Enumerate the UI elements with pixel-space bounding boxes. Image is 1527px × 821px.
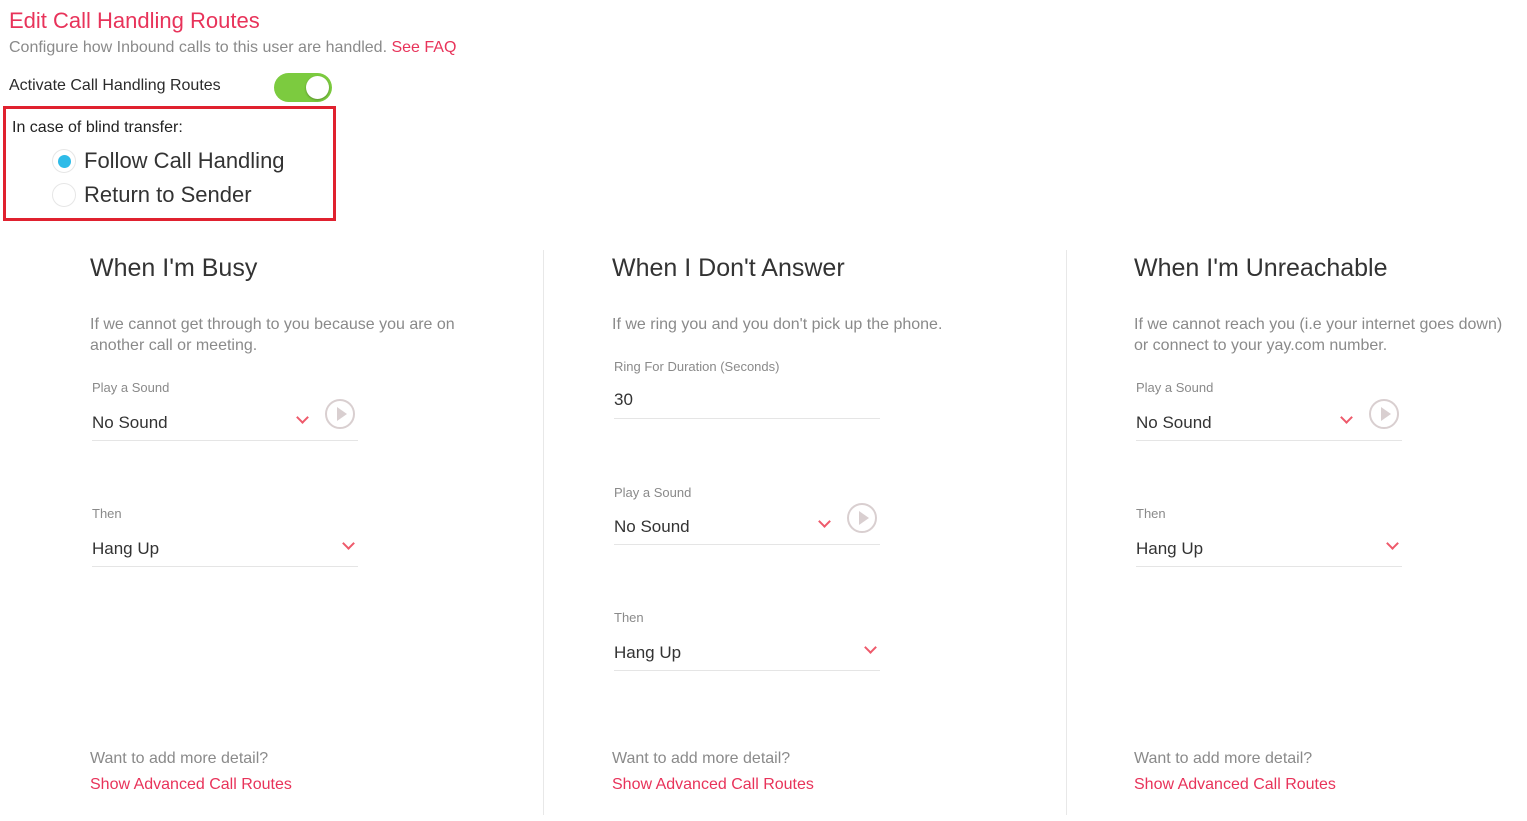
no-answer-then-label: Then <box>614 610 644 625</box>
chevron-down-icon <box>818 515 831 528</box>
unreachable-then-label: Then <box>1136 506 1166 521</box>
busy-column: When I'm Busy If we cannot get through t… <box>90 250 530 815</box>
chevron-down-icon <box>296 411 309 424</box>
radio-label-follow: Follow Call Handling <box>84 148 285 173</box>
busy-sound-value: No Sound <box>92 413 168 432</box>
blind-transfer-label: In case of blind transfer: <box>12 119 183 136</box>
no-answer-title: When I Don't Answer <box>612 254 845 282</box>
ring-duration-label: Ring For Duration (Seconds) <box>614 359 780 374</box>
page-title: Edit Call Handling Routes <box>9 8 260 33</box>
unreachable-play-sound-icon[interactable] <box>1369 399 1399 429</box>
no-answer-sound-select[interactable]: No Sound <box>614 509 880 545</box>
busy-show-advanced-link[interactable]: Show Advanced Call Routes <box>90 776 292 794</box>
activate-routes-toggle[interactable] <box>274 73 332 102</box>
activate-routes-label: Activate Call Handling Routes <box>9 77 221 94</box>
ring-duration-input[interactable]: 30 <box>614 383 880 419</box>
unreachable-sound-value: No Sound <box>1136 413 1212 432</box>
busy-sound-label: Play a Sound <box>92 380 170 395</box>
no-answer-then-value: Hang Up <box>614 643 682 662</box>
chevron-down-icon <box>1386 537 1399 550</box>
busy-sound-select[interactable]: No Sound <box>92 405 358 441</box>
subtitle-text: Configure how Inbound calls to this user… <box>9 39 388 56</box>
radio-button-checked[interactable] <box>52 149 76 173</box>
unreachable-sound-select[interactable]: No Sound <box>1136 405 1402 441</box>
unreachable-description: If we cannot reach you (i.e your interne… <box>1134 316 1503 354</box>
busy-title: When I'm Busy <box>90 254 258 282</box>
column-divider <box>1066 250 1067 815</box>
column-divider <box>543 250 544 815</box>
blind-transfer-section: In case of blind transfer: Follow Call H… <box>3 106 336 221</box>
no-answer-more-detail-text: Want to add more detail? <box>612 750 791 767</box>
chevron-down-icon <box>864 641 877 654</box>
no-answer-then-select[interactable]: Hang Up <box>614 635 880 671</box>
unreachable-then-value: Hang Up <box>1136 539 1204 558</box>
radio-return-to-sender[interactable]: Return to Sender <box>52 182 252 208</box>
unreachable-then-select[interactable]: Hang Up <box>1136 531 1402 567</box>
busy-more-detail-text: Want to add more detail? <box>90 750 269 767</box>
busy-then-label: Then <box>92 506 122 521</box>
see-faq-link[interactable]: See FAQ <box>391 39 456 56</box>
unreachable-column: When I'm Unreachable If we cannot reach … <box>1134 250 1519 815</box>
chevron-down-icon <box>342 537 355 550</box>
no-answer-sound-value: No Sound <box>614 517 690 536</box>
busy-then-value: Hang Up <box>92 539 160 558</box>
chevron-down-icon <box>1340 411 1353 424</box>
toggle-knob <box>306 76 329 99</box>
busy-description: If we cannot get through to you because … <box>90 316 455 354</box>
radio-button-unchecked[interactable] <box>52 183 76 207</box>
no-answer-show-advanced-link[interactable]: Show Advanced Call Routes <box>612 776 814 794</box>
radio-label-return: Return to Sender <box>84 182 252 207</box>
no-answer-play-sound-icon[interactable] <box>847 503 877 533</box>
unreachable-more-detail-text: Want to add more detail? <box>1134 750 1313 767</box>
unreachable-show-advanced-link[interactable]: Show Advanced Call Routes <box>1134 776 1336 794</box>
busy-then-select[interactable]: Hang Up <box>92 531 358 567</box>
busy-play-sound-icon[interactable] <box>325 399 355 429</box>
no-answer-sound-label: Play a Sound <box>614 485 692 500</box>
no-answer-column: When I Don't Answer If we ring you and y… <box>612 250 1052 815</box>
no-answer-description: If we ring you and you don't pick up the… <box>612 316 943 333</box>
radio-follow-call-handling[interactable]: Follow Call Handling <box>52 148 285 174</box>
unreachable-title: When I'm Unreachable <box>1134 254 1388 282</box>
page-subtitle: Configure how Inbound calls to this user… <box>9 39 456 57</box>
unreachable-sound-label: Play a Sound <box>1136 380 1214 395</box>
